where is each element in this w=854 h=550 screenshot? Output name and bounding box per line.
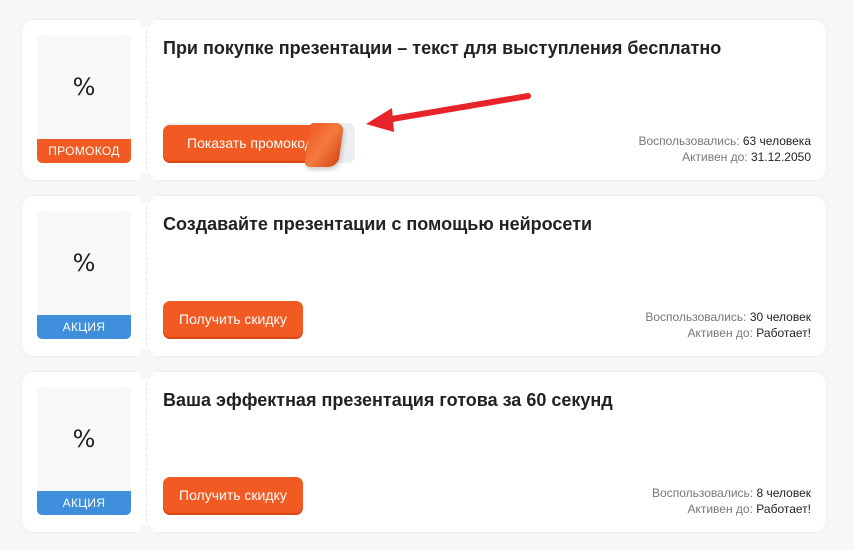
- used-count: 63 человека: [742, 134, 811, 148]
- offer-meta: Воспользовались: 63 человека Активен до:…: [638, 133, 811, 165]
- annotation-arrow-icon: [366, 93, 531, 132]
- peel-corner-icon[interactable]: [303, 123, 345, 167]
- offer-meta: Воспользовались: 30 человек Активен до: …: [645, 309, 811, 341]
- used-count: 8 человек: [756, 486, 811, 500]
- card-perforation: [146, 382, 147, 522]
- offer-badge: % АКЦИЯ: [37, 211, 131, 339]
- show-promo-code-button[interactable]: Показать промокод: [163, 125, 323, 161]
- offer-title: При покупке презентации – текст для выст…: [163, 38, 722, 58]
- offer-title: Ваша эффектная презентация готова за 60 …: [163, 390, 613, 410]
- active-label: Активен до:: [687, 326, 753, 340]
- action-tag: АКЦИЯ: [37, 491, 131, 515]
- active-until: Работает!: [756, 326, 811, 340]
- percent-icon: %: [72, 425, 96, 453]
- used-label: Воспользовались:: [638, 134, 740, 148]
- offer-title: Создавайте презентации с помощью нейросе…: [163, 214, 593, 234]
- offer-badge: % АКЦИЯ: [37, 387, 131, 515]
- show-promo-code-control[interactable]: Показать промокод: [163, 123, 355, 167]
- promo-code-tag: ПРОМОКОД: [37, 139, 131, 163]
- used-label: Воспользовались:: [652, 486, 754, 500]
- used-count: 30 человек: [749, 310, 811, 324]
- offer-card-action: % АКЦИЯ Ваша эффектная презентация готов…: [22, 364, 826, 540]
- used-label: Воспользовались:: [645, 310, 747, 324]
- percent-icon: %: [72, 249, 96, 277]
- card-perforation: [146, 206, 147, 346]
- percent-icon: %: [72, 73, 96, 101]
- offer-meta: Воспользовались: 8 человек Активен до: Р…: [652, 485, 811, 517]
- offer-card-action: % АКЦИЯ Создавайте презентации с помощью…: [22, 188, 826, 364]
- get-discount-button[interactable]: Получить скидку: [163, 477, 303, 513]
- active-label: Активен до:: [687, 502, 753, 516]
- card-perforation: [146, 30, 147, 170]
- get-discount-button[interactable]: Получить скидку: [163, 301, 303, 337]
- active-label: Активен до:: [682, 150, 748, 164]
- active-until: Работает!: [756, 502, 811, 516]
- active-until: 31.12.2050: [750, 150, 811, 164]
- action-tag: АКЦИЯ: [37, 315, 131, 339]
- offers-list: % ПРОМОКОД При покупке презентации – тек…: [0, 0, 854, 550]
- offer-badge: % ПРОМОКОД: [37, 35, 131, 163]
